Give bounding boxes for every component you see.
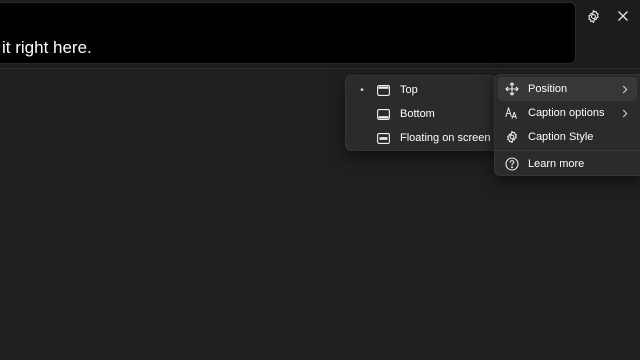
live-captions-window: it right here. • Top Bottom Floating on …	[0, 0, 640, 360]
chevron-right-icon	[622, 77, 628, 101]
position-option-label: Floating on screen	[400, 132, 491, 144]
menu-item-label: Caption options	[528, 107, 605, 119]
selected-bullet-icon: •	[360, 84, 364, 96]
gear-icon	[505, 130, 519, 144]
chevron-right-icon	[622, 101, 628, 125]
caption-box: it right here.	[0, 2, 576, 64]
menu-item-label: Learn more	[528, 158, 585, 170]
close-button[interactable]	[611, 4, 635, 28]
close-icon	[617, 10, 629, 22]
help-circle-icon	[505, 157, 519, 171]
menu-item-learn-more[interactable]: Learn more	[495, 152, 640, 176]
menu-item-label: Position	[528, 83, 568, 95]
window-top-icon	[376, 83, 390, 97]
window-bottom-icon	[376, 107, 390, 121]
position-option-floating[interactable]: Floating on screen	[346, 126, 496, 150]
position-option-label: Bottom	[400, 108, 435, 120]
settings-menu: Position Caption options Caption Style L…	[494, 74, 640, 176]
settings-button[interactable]	[581, 4, 605, 28]
position-option-top[interactable]: • Top	[346, 78, 496, 102]
menu-item-caption-options[interactable]: Caption options	[495, 101, 640, 125]
position-option-bottom[interactable]: Bottom	[346, 102, 496, 126]
menu-item-label: Caption Style	[528, 131, 594, 143]
move-arrows-icon	[505, 82, 519, 96]
menu-item-position[interactable]: Position	[498, 77, 637, 101]
caption-text: it right here.	[2, 38, 92, 57]
gear-icon	[586, 9, 601, 24]
menu-item-caption-style[interactable]: Caption Style	[495, 125, 640, 149]
position-option-label: Top	[400, 84, 418, 96]
font-size-icon	[505, 106, 519, 120]
menu-divider	[495, 150, 640, 151]
caption-bar: it right here.	[0, 0, 640, 69]
position-submenu: • Top Bottom Floating on screen	[345, 75, 497, 151]
window-floating-icon	[376, 131, 390, 145]
